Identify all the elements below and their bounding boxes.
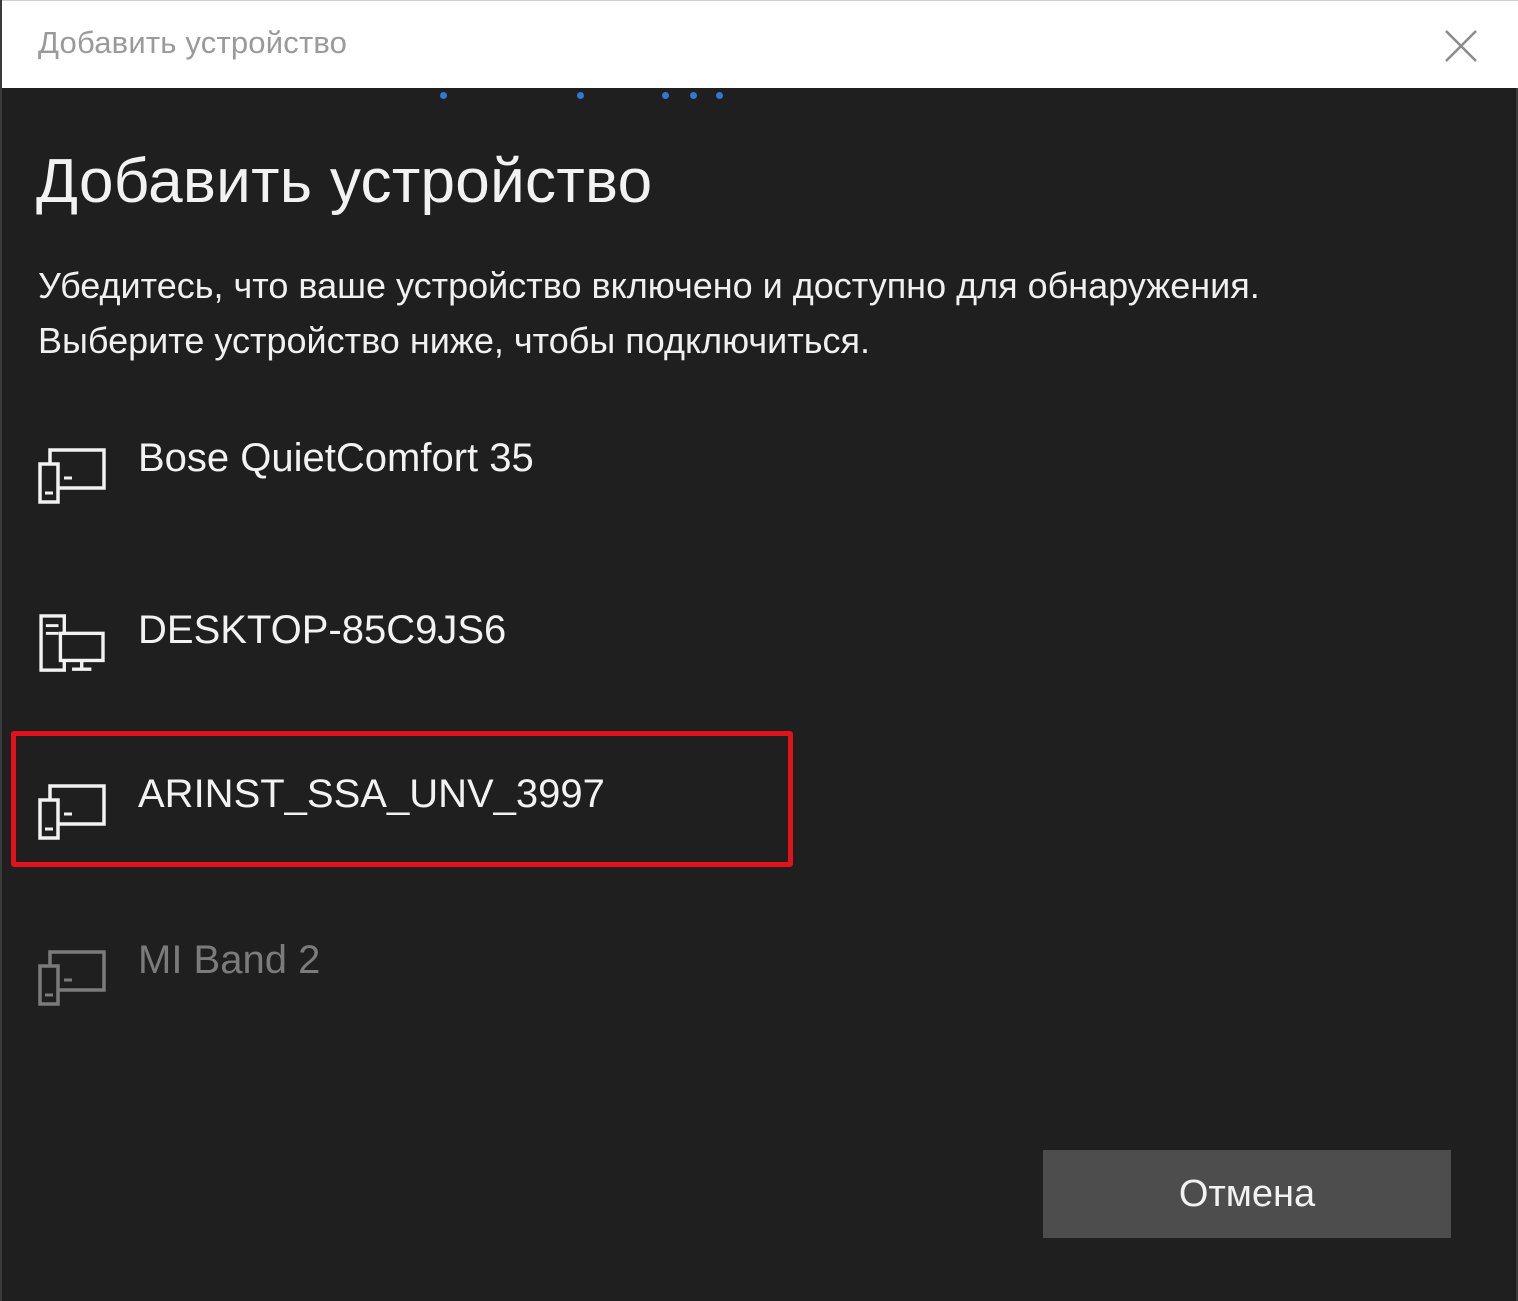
device-item-mi-band[interactable]: MI Band 2 (38, 938, 778, 1018)
device-name: MI Band 2 (138, 938, 321, 982)
cancel-button[interactable]: Отмена (1043, 1150, 1451, 1238)
instructions-line-2: Выберите устройство ниже, чтобы подключи… (38, 320, 870, 361)
add-device-dialog: Добавить устройство Добавить устройство … (0, 0, 1518, 1301)
generic-device-icon (38, 448, 106, 504)
close-button[interactable] (1438, 23, 1484, 69)
progress-dot (577, 92, 584, 99)
progress-dot (662, 92, 669, 99)
progress-dot (440, 92, 447, 99)
page-title: Добавить устройство (36, 147, 653, 216)
window-title: Добавить устройство (38, 25, 348, 60)
computer-device-icon (39, 614, 105, 672)
device-item-desktop[interactable]: DESKTOP-85C9JS6 (38, 608, 778, 688)
device-name: Bose QuietComfort 35 (138, 436, 534, 480)
progress-dot (716, 92, 723, 99)
instructions-line-1: Убедитесь, что ваше устройство включено … (38, 265, 1260, 306)
device-name: ARINST_SSA_UNV_3997 (138, 772, 605, 816)
device-item-arinst[interactable]: ARINST_SSA_UNV_3997 (38, 772, 778, 852)
instructions-text: Убедитесь, что ваше устройство включено … (38, 258, 1478, 368)
title-bar: Добавить устройство (2, 0, 1518, 88)
generic-device-icon (38, 950, 106, 1006)
searching-progress-indicator (2, 88, 1518, 112)
generic-device-icon (38, 784, 106, 840)
progress-dot (690, 92, 697, 99)
device-name: DESKTOP-85C9JS6 (138, 608, 507, 652)
close-icon (1445, 30, 1477, 62)
device-item-bose[interactable]: Bose QuietComfort 35 (38, 436, 778, 516)
